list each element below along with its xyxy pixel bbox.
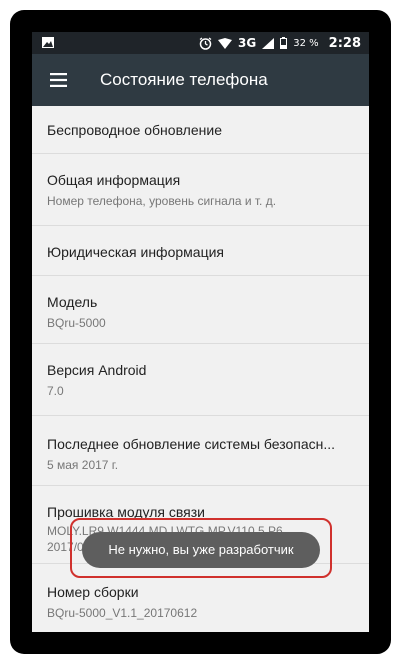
page-title: Состояние телефона (100, 70, 268, 89)
status-bar: 3G 32 % 2:28 (32, 32, 369, 54)
list-item-title: Версия Android (47, 362, 147, 378)
app-bar: Состояние телефона (32, 54, 369, 106)
list-item-model[interactable]: Модель BQru-5000 (32, 276, 369, 344)
image-notification-icon (42, 37, 54, 48)
list-item-title: Беспроводное обновление (47, 122, 222, 138)
wifi-icon (218, 37, 233, 49)
clock: 2:28 (328, 35, 361, 51)
list-item-subtitle: Номер телефона, уровень сигнала и т. д. (47, 194, 277, 208)
battery-percent: 32 % (293, 37, 319, 49)
list-item-title: Юридическая информация (47, 244, 224, 260)
alarm-icon (199, 36, 212, 50)
list-item-title: Модель (47, 294, 98, 310)
list-item-title: Номер сборки (47, 584, 139, 600)
battery-icon (280, 37, 288, 49)
list-item-subtitle: 7.0 (47, 384, 64, 398)
signal-icon (262, 37, 275, 49)
toast-message: Не нужно, вы уже разработчик (82, 532, 320, 568)
list-item-title: Общая информация (47, 172, 181, 188)
phone-screen: 3G 32 % 2:28 Состояние телефона Беспрово… (32, 32, 369, 632)
list-item-wireless-update[interactable]: Беспроводное обновление (32, 106, 369, 154)
list-item-legal-info[interactable]: Юридическая информация (32, 226, 369, 276)
list-item-general-info[interactable]: Общая информация Номер телефона, уровень… (32, 154, 369, 226)
network-type: 3G (238, 36, 257, 50)
list-item-security-update[interactable]: Последнее обновление системы безопасн...… (32, 416, 369, 486)
menu-icon[interactable] (50, 73, 67, 87)
list-item-subtitle: BQru-5000_V1.1_20170612 (47, 606, 198, 620)
list-item-subtitle: BQru-5000 (47, 316, 106, 330)
list-item-subtitle: 5 мая 2017 г. (47, 458, 119, 472)
list-item-title: Последнее обновление системы безопасн... (47, 436, 336, 452)
status-icons: 3G 32 % 2:28 (199, 32, 361, 54)
list-item-android-version[interactable]: Версия Android 7.0 (32, 344, 369, 416)
